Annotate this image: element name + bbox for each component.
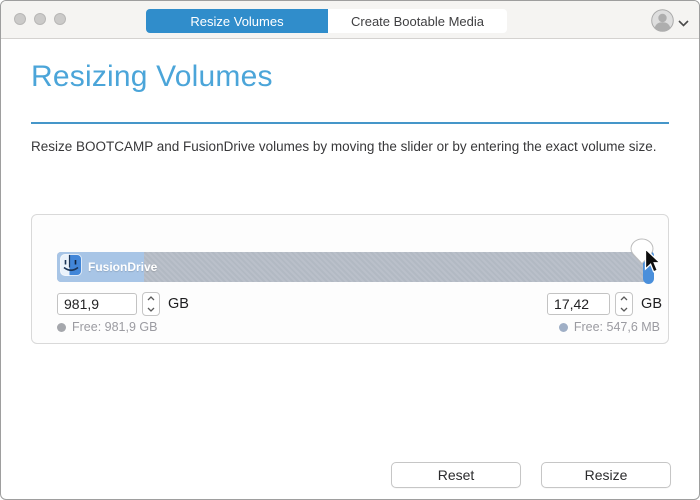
tab-resize-volumes[interactable]: Resize Volumes	[146, 9, 328, 33]
left-size-input[interactable]	[57, 293, 137, 315]
right-size-input[interactable]	[547, 293, 610, 315]
stepper-down-button[interactable]	[143, 304, 159, 315]
finder-icon	[60, 254, 82, 281]
gray-dot-icon	[57, 323, 66, 332]
window-controls	[14, 13, 66, 25]
account-menu-button[interactable]	[651, 9, 689, 37]
zoom-button[interactable]	[54, 13, 66, 25]
minimize-button[interactable]	[34, 13, 46, 25]
partition-slider: FusionDrive	[57, 252, 654, 282]
header-divider	[31, 122, 669, 124]
right-free-group: Free: 547,6 MB	[559, 320, 660, 334]
left-unit-label: GB	[168, 296, 189, 312]
resize-button[interactable]: Resize	[541, 462, 671, 488]
right-unit-label: GB	[641, 296, 662, 312]
left-free-group: Free: 981,9 GB	[57, 320, 157, 334]
volume-name-label: FusionDrive	[88, 260, 157, 274]
stepper-up-button[interactable]	[143, 293, 159, 304]
tab-bar: Resize Volumes Create Bootable Media	[146, 9, 507, 33]
right-size-stepper	[615, 292, 633, 316]
left-size-group: GB	[57, 292, 189, 316]
slider-volume-segment: FusionDrive	[57, 252, 144, 282]
close-button[interactable]	[14, 13, 26, 25]
reset-button[interactable]: Reset	[391, 462, 521, 488]
resize-panel: FusionDrive	[31, 214, 669, 344]
app-window: Resize Volumes Create Bootable Media Res…	[0, 0, 700, 500]
mouse-cursor	[644, 248, 661, 274]
left-free-label: Free: 981,9 GB	[72, 320, 157, 334]
chevron-down-icon	[678, 14, 689, 32]
user-avatar-icon	[651, 9, 674, 37]
titlebar: Resize Volumes Create Bootable Media	[1, 1, 699, 39]
right-free-label: Free: 547,6 MB	[574, 320, 660, 334]
stepper-down-button[interactable]	[616, 304, 632, 315]
blue-dot-icon	[559, 323, 568, 332]
stepper-up-button[interactable]	[616, 293, 632, 304]
page-title: Resizing Volumes	[31, 58, 273, 96]
tab-create-bootable-media[interactable]: Create Bootable Media	[328, 9, 507, 33]
left-size-stepper	[142, 292, 160, 316]
page-description: Resize BOOTCAMP and FusionDrive volumes …	[31, 138, 676, 156]
right-size-group: GB	[547, 292, 662, 316]
